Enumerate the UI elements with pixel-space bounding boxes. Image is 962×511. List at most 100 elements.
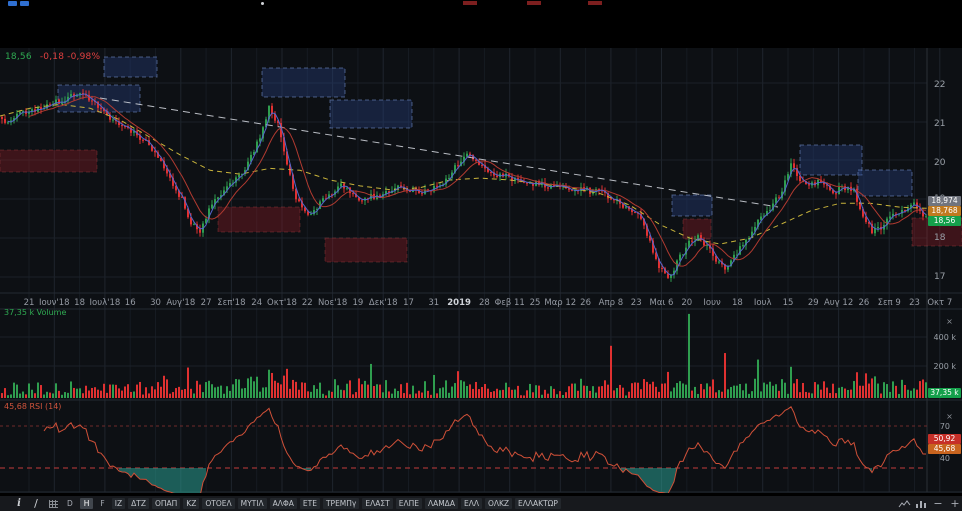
time-tick-label: Φεβ 11 xyxy=(495,298,525,308)
time-tick-label: Σεπ'18 xyxy=(217,298,245,308)
zoom-in-button[interactable]: + xyxy=(948,498,962,509)
ticker-ΛΑΜΔΑ[interactable]: ΛΑΜΔΑ xyxy=(424,498,458,509)
ticker-ΕΛΛΑΚΤΩΡ[interactable]: ΕΛΛΑΚΤΩΡ xyxy=(515,498,561,509)
blue-zone xyxy=(329,99,413,129)
time-tick-label: Μαι 6 xyxy=(650,298,674,308)
rsi-value-label: 45,68 xyxy=(928,444,961,454)
ticker-ΕΤΕ[interactable]: ΕΤΕ xyxy=(299,498,320,509)
top-bar xyxy=(0,0,962,48)
ticker-ΙΖ[interactable]: ΙΖ xyxy=(111,498,126,509)
legend-change: -0,18 -0,98% xyxy=(39,52,101,62)
time-tick-label: Ιουλ xyxy=(754,298,772,308)
time-tick-label: Δεκ'18 xyxy=(369,298,398,308)
ticker-ΕΛΑΣΤ[interactable]: ΕΛΑΣΤ xyxy=(362,498,393,509)
timeframe-H[interactable]: H xyxy=(79,498,94,509)
time-tick-label: 20 xyxy=(681,298,692,308)
time-tick-label: Αυγ 12 xyxy=(824,298,853,308)
volume-tick-label: 200 k xyxy=(934,362,957,371)
time-tick-label: Σεπ 9 xyxy=(878,298,901,308)
ticker-ΔΤΖ[interactable]: ΔΤΖ xyxy=(128,498,149,509)
price-label-orange: 18,768 xyxy=(928,206,961,216)
ticker-ΟΠΑΠ[interactable]: ΟΠΑΠ xyxy=(151,498,181,509)
time-tick-label: 29 xyxy=(808,298,819,308)
tiny-red-quote-marker xyxy=(527,1,541,5)
timeframe-F[interactable]: F xyxy=(96,498,108,509)
time-tick-label: Απρ 8 xyxy=(599,298,623,308)
top-left-icon[interactable] xyxy=(8,1,17,6)
time-tick-label: 22 xyxy=(302,298,313,308)
time-tick-label: 30 xyxy=(150,298,161,308)
volume-tick-label: 400 k xyxy=(934,333,957,342)
info-icon[interactable]: i xyxy=(12,498,26,510)
time-tick-label: 18 xyxy=(74,298,85,308)
time-tick-label: 17 xyxy=(403,298,414,308)
blue-zone xyxy=(671,194,713,217)
legend-price: 18,56 xyxy=(5,52,32,62)
time-tick-label: 23 xyxy=(631,298,642,308)
time-tick-label: 2019 xyxy=(447,298,471,308)
blue-zone xyxy=(261,67,346,98)
main-chart[interactable]: 222120191817400 k200 k704021Ιουν'1818Ιου… xyxy=(0,48,962,493)
price-tick-label: 22 xyxy=(934,80,945,90)
bottom-toolbar: i / D H F ΙΖ ΔΤΖ ΟΠΑΠ ΚΖ ΟΤΟΕΛ ΜΥΤΙΛ ΑΛΦΑ ΕΤΕ ΤΡΕΜΠγ Ε… xyxy=(0,496,962,511)
line-chart-icon[interactable] xyxy=(897,498,911,510)
price-tick-label: 18 xyxy=(934,233,946,243)
ticker-ΤΡΕΜΠγ[interactable]: ΤΡΕΜΠγ xyxy=(322,498,360,509)
time-tick-label: 24 xyxy=(251,298,262,308)
timeframe-D[interactable]: D xyxy=(63,498,77,509)
time-tick-label: 16 xyxy=(125,298,136,308)
time-tick-label: 21 xyxy=(24,298,35,308)
time-tick-label: Ιουν xyxy=(703,298,721,308)
ticker-ΟΤΟΕΛ[interactable]: ΟΤΟΕΛ xyxy=(202,498,235,509)
grid-icon[interactable] xyxy=(46,498,60,510)
volume-indicator-legend[interactable]: 37,35 k Volume xyxy=(4,308,66,317)
top-dot-icon xyxy=(261,2,264,5)
blue-zone xyxy=(103,56,158,78)
ticker-ΑΛΦΑ[interactable]: ΑΛΦΑ xyxy=(269,498,297,509)
blue-zone xyxy=(799,144,863,176)
price-tick-label: 17 xyxy=(934,272,945,282)
ticker-ΚΖ[interactable]: ΚΖ xyxy=(183,498,200,509)
time-tick-label: Ιουλ'18 xyxy=(89,298,120,308)
symbol-legend: 18,56 -0,18 -0,98% xyxy=(5,52,100,62)
time-tick-label: 23 xyxy=(909,298,920,308)
blue-zone xyxy=(857,169,913,197)
volume-value-label: 37,35 k xyxy=(928,388,961,398)
time-tick-label: Οκτ 7 xyxy=(927,298,952,308)
last-price-label: 18,56 xyxy=(928,216,961,226)
rsi-indicator-legend[interactable]: 45,68 RSI (14) xyxy=(4,402,61,411)
time-tick-label: 26 xyxy=(580,298,591,308)
time-tick-label: Ιουν'18 xyxy=(39,298,70,308)
time-tick-label: Αυγ'18 xyxy=(166,298,195,308)
red-zone xyxy=(324,237,408,263)
time-tick-label: 26 xyxy=(858,298,869,308)
price-tick-label: 20 xyxy=(934,158,946,168)
time-tick-label: 19 xyxy=(352,298,363,308)
time-tick-label: Οκτ'18 xyxy=(267,298,297,308)
rsi-ma-value-label: 50,92 xyxy=(928,434,961,444)
price-tick-label: 21 xyxy=(934,119,945,129)
rsi-tick-label: 70 xyxy=(940,422,950,431)
price-label-gray: 18,974 xyxy=(928,196,961,206)
time-tick-label: 15 xyxy=(783,298,794,308)
ticker-ΕΛΛ[interactable]: ΕΛΛ xyxy=(460,498,482,509)
time-tick-label: Μαρ 12 xyxy=(544,298,576,308)
top-left-icon[interactable] xyxy=(20,1,29,6)
rsi-close-icon[interactable]: × xyxy=(945,413,954,422)
ticker-ΕΛΠΕ[interactable]: ΕΛΠΕ xyxy=(395,498,422,509)
time-tick-label: 31 xyxy=(428,298,439,308)
trading-app-window: 222120191817400 k200 k704021Ιουν'1818Ιου… xyxy=(0,0,962,511)
tiny-red-quote-marker xyxy=(463,1,477,5)
trendline-tool-icon[interactable]: / xyxy=(29,497,43,510)
time-tick-label: 28 xyxy=(479,298,490,308)
red-zone xyxy=(217,206,301,233)
rsi-tick-label: 40 xyxy=(940,454,950,463)
volume-close-icon[interactable]: × xyxy=(945,318,954,327)
bar-chart-icon[interactable] xyxy=(914,498,928,510)
ticker-ΜΥΤΙΛ[interactable]: ΜΥΤΙΛ xyxy=(237,498,267,509)
ticker-ΟΛΚΖ[interactable]: ΟΛΚΖ xyxy=(484,498,513,509)
zoom-out-button[interactable]: − xyxy=(931,498,945,509)
tiny-red-quote-marker xyxy=(588,1,602,5)
red-zone xyxy=(0,149,98,173)
time-tick-label: Νοε'18 xyxy=(318,298,347,308)
